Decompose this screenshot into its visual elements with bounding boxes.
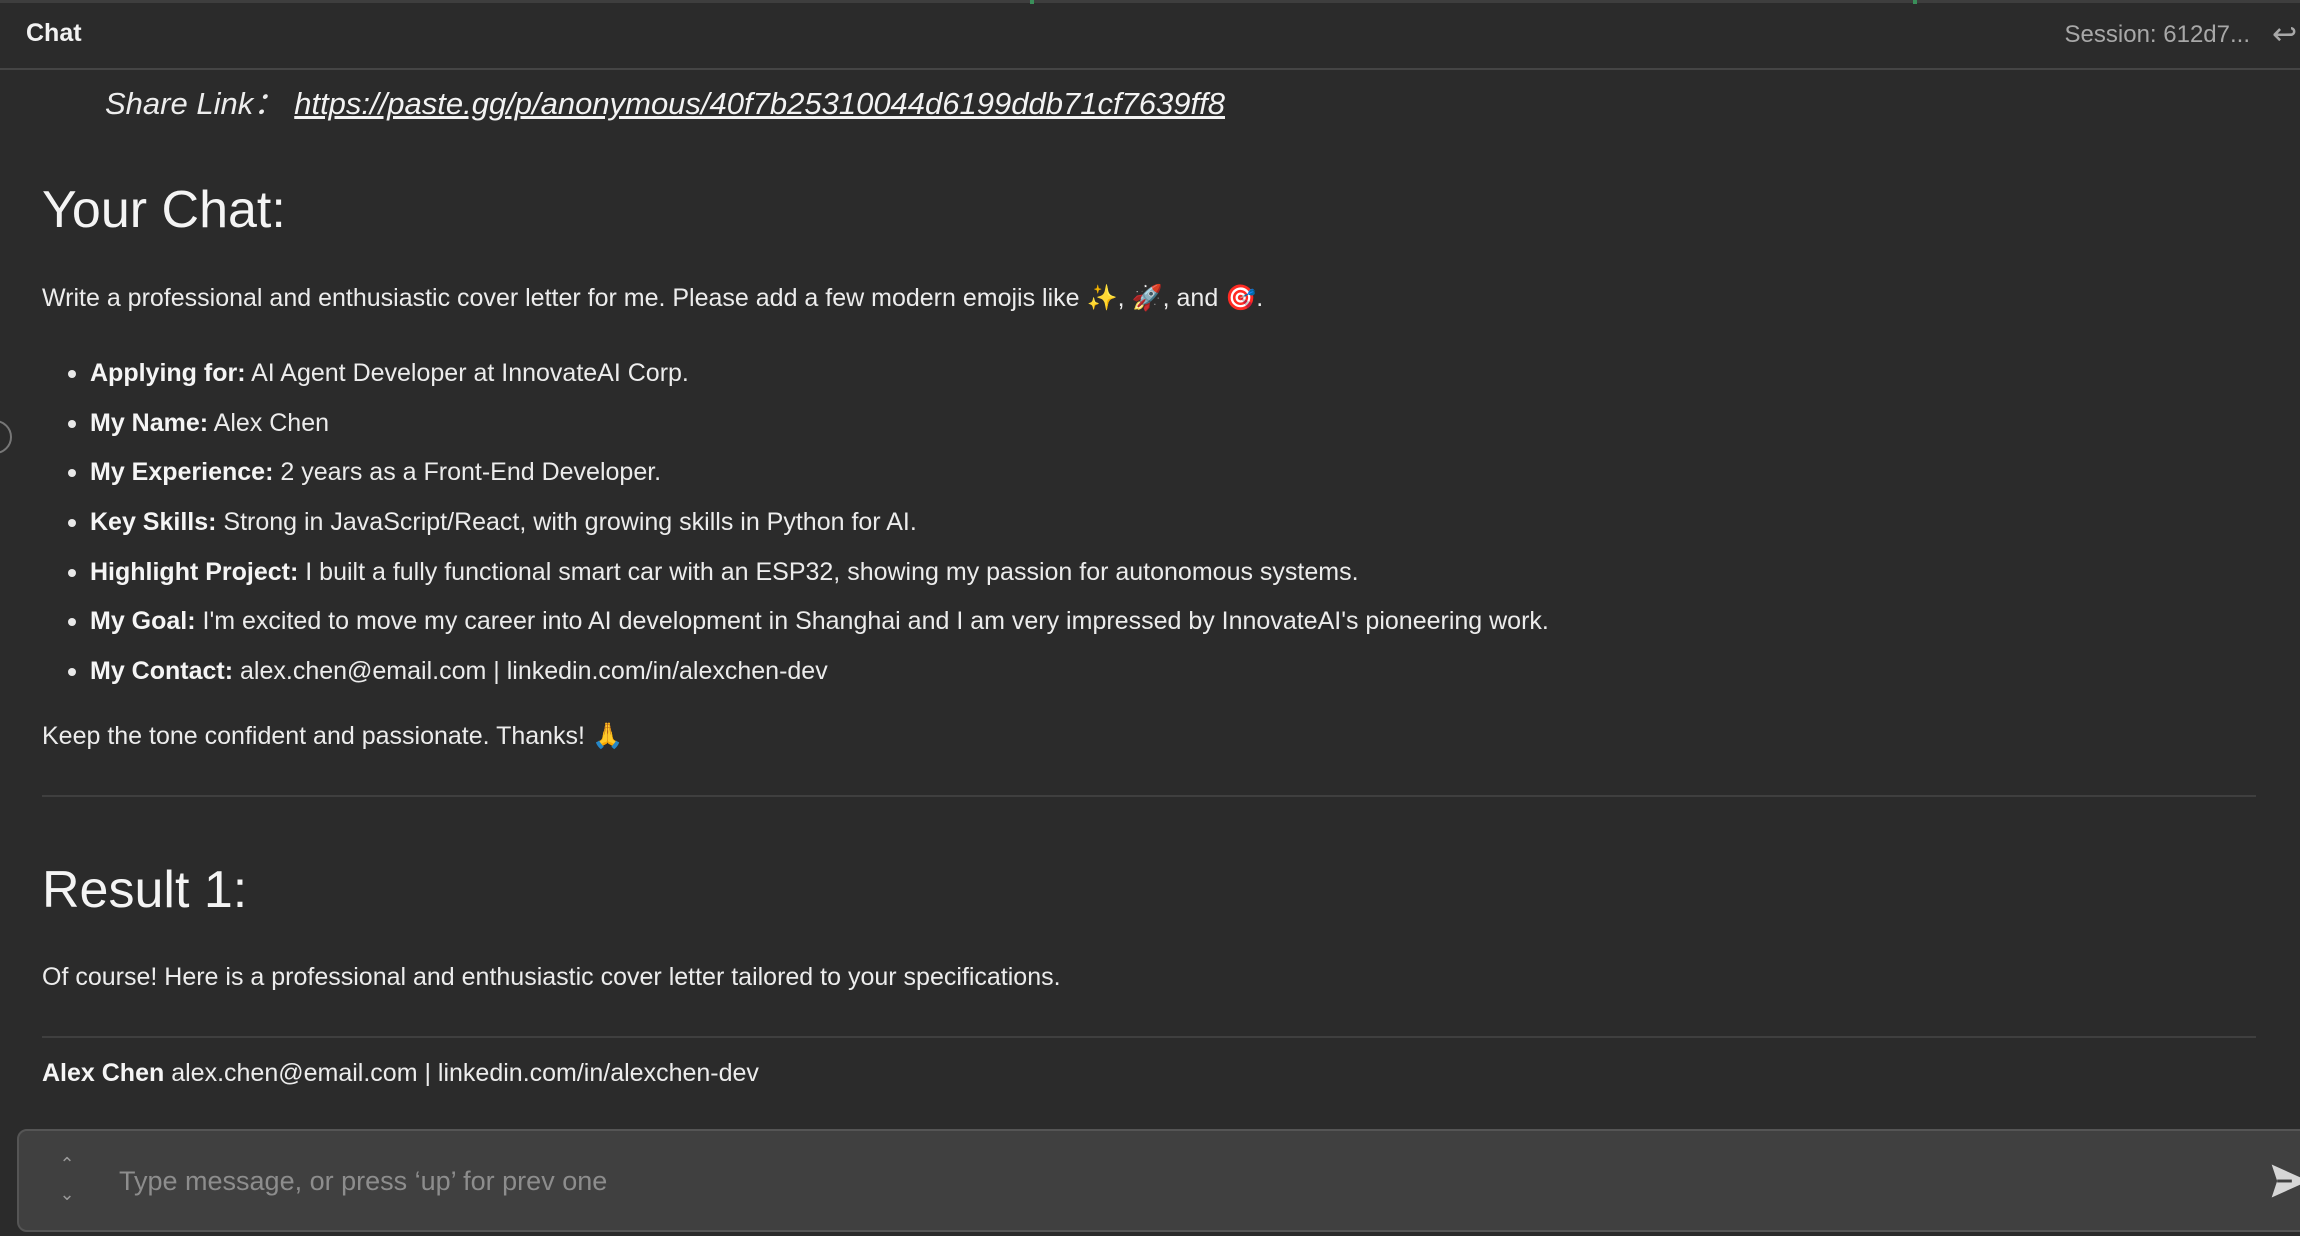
closing-text: Keep the tone confident and passionate. …: [42, 722, 624, 750]
requirements-list: Applying for: AI Agent Developer at Inno…: [42, 358, 2242, 706]
your-chat-heading: Your Chat:: [42, 181, 286, 239]
letter-contact-line: Alex Chen alex.chen@email.com | linkedin…: [42, 1059, 759, 1088]
send-icon[interactable]: [2267, 1159, 2300, 1203]
tab-indicator: [1913, 0, 1917, 4]
share-link-row: Share Link： https://paste.gg/p/anonymous/…: [105, 78, 1225, 123]
list-item: My Name: Alex Chen: [42, 408, 2242, 458]
list-item-key: Highlight Project:: [90, 557, 299, 586]
result-intro: Of course! Here is a professional and en…: [42, 963, 1061, 991]
list-item-value: Strong in JavaScript/React, with growing…: [216, 508, 917, 537]
sidebar-toggle-icon[interactable]: [0, 420, 12, 454]
list-item: My Goal: I'm excited to move my career i…: [42, 606, 2242, 656]
message-input[interactable]: [119, 1155, 2119, 1207]
list-item-value: AI Agent Developer at InnovateAI Corp.: [245, 359, 689, 387]
list-item: Key Skills: Strong in JavaScript/React, …: [42, 507, 2242, 557]
top-bar: Chat Session: 612d7... ↩: [0, 0, 2300, 70]
list-item: Applying for: AI Agent Developer at Inno…: [42, 358, 2242, 408]
back-arrow-icon[interactable]: ↩: [2272, 17, 2300, 52]
list-item: Highlight Project: I built a fully funct…: [42, 557, 2242, 607]
result-heading: Result 1:: [42, 861, 248, 919]
share-link-url[interactable]: https://paste.gg/p/anonymous/40f7b253100…: [294, 86, 1225, 121]
list-item-value: Alex Chen: [208, 408, 330, 437]
share-link-label: Share Link：: [105, 86, 285, 121]
contact-details: alex.chen@email.com | linkedin.com/in/al…: [164, 1059, 759, 1087]
list-item-value: alex.chen@email.com | linkedin.com/in/al…: [233, 657, 828, 686]
page-title: Chat: [26, 19, 82, 47]
divider: [42, 795, 2256, 797]
prompt-text: Write a professional and enthusiastic co…: [42, 284, 1264, 312]
chevron-up-down-icon[interactable]: ⌃ ⌄: [57, 1149, 77, 1211]
list-item-key: My Contact:: [90, 657, 234, 686]
chat-content[interactable]: Share Link： https://paste.gg/p/anonymous/…: [0, 72, 2300, 1127]
list-item-key: Key Skills:: [90, 508, 217, 537]
session-id: Session: 612d7...: [2064, 21, 2250, 48]
list-item-key: My Goal:: [90, 607, 196, 636]
list-item-key: My Name:: [90, 408, 209, 437]
list-item-key: My Experience:: [90, 458, 274, 487]
contact-name: Alex Chen: [42, 1059, 165, 1087]
message-composer: ⌃ ⌄: [17, 1129, 2300, 1232]
list-item-value: I'm excited to move my career into AI de…: [195, 607, 1549, 636]
list-item-value: 2 years as a Front-End Developer.: [273, 458, 662, 487]
list-item-key: Applying for:: [90, 359, 246, 387]
list-item-value: I built a fully functional smart car wit…: [298, 557, 1359, 586]
list-item: My Contact: alex.chen@email.com | linked…: [42, 656, 2242, 706]
divider: [42, 1036, 2256, 1038]
list-item: My Experience: 2 years as a Front-End De…: [42, 457, 2242, 507]
tab-indicator: [1030, 0, 1034, 4]
